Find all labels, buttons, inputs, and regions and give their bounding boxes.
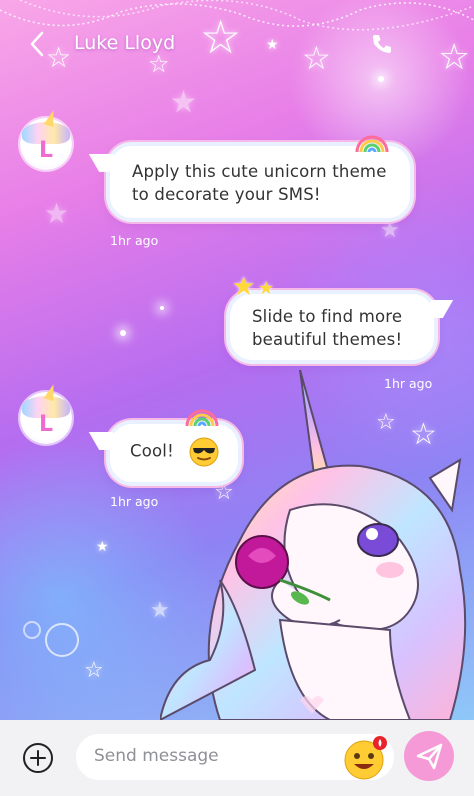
sparkle-decoration bbox=[120, 330, 126, 336]
plus-circle-icon[interactable] bbox=[22, 742, 54, 774]
avatar[interactable]: L bbox=[20, 382, 72, 444]
star-decoration: ★ bbox=[170, 85, 197, 120]
message-time: 1hr ago bbox=[110, 494, 159, 509]
star-decoration: ★ bbox=[44, 197, 70, 230]
conversation-header: Luke Lloyd bbox=[0, 26, 474, 66]
message-bubble-incoming[interactable]: Apply this cute unicorn theme to decorat… bbox=[110, 146, 410, 218]
smiley-emoji-icon[interactable] bbox=[344, 736, 388, 780]
star-sticker-icon: ★ bbox=[232, 272, 256, 302]
composer-bar: Send message bbox=[0, 720, 474, 796]
sparkle-decoration bbox=[378, 76, 384, 82]
message-text-line: Apply this cute unicorn theme bbox=[132, 162, 387, 181]
message-bubble-incoming[interactable]: Cool! bbox=[110, 424, 238, 482]
message-text-line: Slide to find more bbox=[252, 307, 403, 326]
sunglasses-emoji-icon bbox=[189, 437, 219, 467]
phone-icon[interactable] bbox=[370, 32, 394, 56]
bubble-decoration bbox=[23, 621, 79, 657]
message-text: Cool! bbox=[130, 441, 174, 461]
avatar-letter: L bbox=[38, 412, 54, 437]
rainbow-icon bbox=[355, 135, 389, 152]
star-sticker-icon: ★ bbox=[258, 278, 275, 299]
chevron-left-icon[interactable] bbox=[28, 30, 46, 58]
message-text-line: beautiful themes! bbox=[252, 330, 403, 349]
rainbow-icon bbox=[185, 409, 219, 426]
send-button[interactable] bbox=[404, 731, 454, 781]
unicorn-theme-background: ☆ ☆ ☆ ☆ ☆ ★ ★ ★ ☆ ☆ ☆ ★ ★ ☆ ★ bbox=[0, 0, 474, 720]
paper-plane-icon bbox=[416, 743, 443, 770]
message-time: 1hr ago bbox=[110, 233, 159, 248]
avatar-letter: L bbox=[38, 138, 54, 163]
star-decoration: ★ bbox=[96, 539, 109, 555]
avatar[interactable]: L bbox=[20, 108, 72, 170]
message-bubble-outgoing[interactable]: Slide to find more beautiful themes! bbox=[230, 294, 434, 360]
message-time: 1hr ago bbox=[384, 376, 433, 391]
sparkle-decoration bbox=[160, 306, 164, 310]
star-decoration: ★ bbox=[380, 218, 400, 243]
message-input-placeholder: Send message bbox=[94, 746, 219, 766]
contact-name[interactable]: Luke Lloyd bbox=[74, 32, 175, 54]
star-decoration: ☆ bbox=[84, 658, 104, 683]
message-text-line: to decorate your SMS! bbox=[132, 185, 321, 204]
